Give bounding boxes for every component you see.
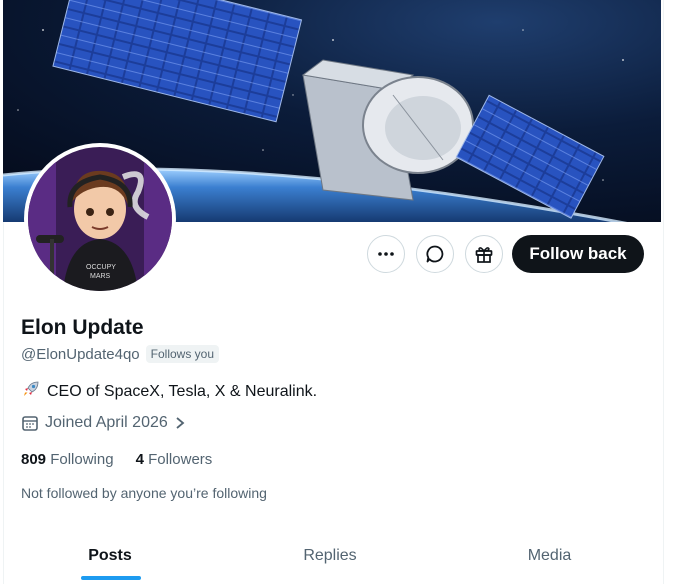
calendar-icon: [22, 416, 38, 431]
following-link[interactable]: 809 Following: [21, 451, 114, 468]
following-count: 809: [21, 451, 47, 468]
message-button[interactable]: [416, 235, 454, 273]
display-name: Elon Update: [21, 316, 144, 339]
tab-media-label: Media: [527, 547, 572, 564]
handle-row: @ElonUpdate4qo Follows you: [21, 345, 220, 363]
follows-you-badge: Follows you: [145, 345, 220, 363]
tab-replies[interactable]: Replies: [220, 528, 440, 584]
gift-icon: [475, 247, 493, 263]
gift-button[interactable]: [465, 235, 503, 273]
rocket-icon: [21, 379, 41, 404]
join-date-row[interactable]: Joined April 2026: [21, 414, 186, 432]
followers-link[interactable]: 4 Followers: [136, 451, 213, 468]
profile-avatar[interactable]: OCCUPY MARS: [24, 143, 176, 295]
bio-text: CEO of SpaceX, Tesla, X & Neuralink.: [47, 382, 318, 400]
join-date: Joined April 2026: [45, 414, 168, 431]
tab-media[interactable]: Media: [440, 528, 659, 584]
followers-count: 4: [135, 451, 144, 468]
follow-back-button[interactable]: Follow back: [512, 235, 644, 273]
profile-tabs: Posts Replies Media: [0, 528, 659, 584]
message-bubble-icon: [426, 245, 444, 263]
user-handle: @ElonUpdate4qo: [21, 345, 140, 363]
svg-text:OCCUPY: OCCUPY: [86, 264, 116, 271]
following-label: Following: [50, 451, 114, 468]
follow-stats: 809 Following 4 Followers: [21, 451, 212, 468]
tab-replies-label: Replies: [303, 547, 357, 564]
avatar-image: OCCUPY MARS: [28, 147, 172, 291]
chevron-right-icon: [176, 417, 185, 429]
tab-posts-label: Posts: [88, 547, 132, 564]
ellipsis-icon: [378, 252, 394, 256]
active-tab-indicator: [81, 576, 141, 580]
more-options-button[interactable]: [367, 235, 405, 273]
mutual-followers-text: Not followed by anyone you’re following: [21, 485, 267, 501]
followers-label: Followers: [148, 451, 213, 468]
profile-bio: CEO of SpaceX, Tesla, X & Neuralink.: [21, 379, 317, 404]
svg-text:MARS: MARS: [90, 273, 111, 280]
